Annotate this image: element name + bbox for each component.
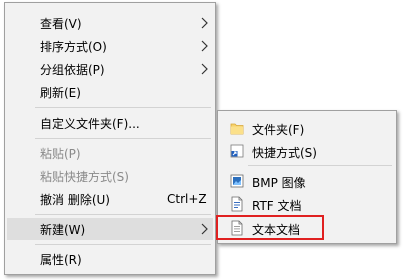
menu-item-group-by[interactable]: 分组依据(P) (7, 58, 213, 80)
chevron-right-icon (201, 40, 208, 52)
submenu-item-folder[interactable]: 文件夹(F) (220, 117, 394, 139)
menu-item-label: 排序方式(O) (40, 39, 107, 54)
menu-item-new[interactable]: 新建(W) (7, 218, 213, 240)
menu-item-label: 属性(R) (40, 252, 82, 267)
submenu-item-bmp-image[interactable]: BMP 图像 (220, 170, 394, 192)
menu-item-label: 粘贴(P) (40, 146, 81, 161)
submenu-item-text-document[interactable]: 文本文档 (220, 217, 394, 239)
menu-item-label: 查看(V) (40, 16, 82, 31)
chevron-right-icon (201, 223, 208, 235)
chevron-right-icon (201, 63, 208, 75)
menu-item-label: 分组依据(P) (40, 62, 105, 77)
shortcut-icon (230, 144, 244, 158)
submenu-item-shortcut[interactable]: 快捷方式(S) (220, 140, 394, 162)
menu-separator (35, 214, 211, 215)
menu-item-label: 撤消 删除(U) (40, 192, 110, 207)
menu-item-paste[interactable]: 粘贴(P) (7, 142, 213, 164)
context-menu: 查看(V) 排序方式(O) 分组依据(P) 刷新(E) 自定义文件夹(F)...… (4, 2, 216, 275)
menu-item-refresh[interactable]: 刷新(E) (7, 81, 213, 103)
menu-separator (35, 107, 211, 108)
rtf-document-icon (231, 196, 243, 212)
folder-icon (230, 123, 244, 135)
submenu-item-label: 文件夹(F) (252, 123, 305, 137)
new-submenu: 文件夹(F) 快捷方式(S) BMP 图像 RTF 文档 文本文档 (217, 110, 397, 244)
menu-item-label: 粘贴快捷方式(S) (40, 169, 129, 184)
submenu-item-label: 快捷方式(S) (252, 146, 317, 160)
bmp-image-icon (230, 174, 244, 188)
menu-item-shortcut: Ctrl+Z (167, 192, 207, 206)
menu-item-label: 自定义文件夹(F)... (40, 116, 140, 131)
menu-item-label: 新建(W) (40, 222, 86, 237)
submenu-item-label: RTF 文档 (252, 199, 302, 213)
menu-separator (248, 165, 392, 166)
menu-item-undo-delete[interactable]: 撤消 删除(U) Ctrl+Z (7, 188, 213, 210)
menu-item-sort-by[interactable]: 排序方式(O) (7, 35, 213, 57)
menu-item-customize-folder[interactable]: 自定义文件夹(F)... (7, 112, 213, 134)
submenu-item-label: 文本文档 (252, 223, 301, 237)
menu-item-view[interactable]: 查看(V) (7, 12, 213, 34)
menu-item-paste-shortcut[interactable]: 粘贴快捷方式(S) (7, 165, 213, 187)
menu-separator (35, 138, 211, 139)
menu-item-label: 刷新(E) (40, 85, 81, 100)
menu-separator (35, 244, 211, 245)
submenu-item-label: BMP 图像 (252, 176, 306, 190)
text-document-icon (231, 220, 243, 236)
submenu-item-rtf-document[interactable]: RTF 文档 (220, 193, 394, 215)
menu-item-properties[interactable]: 属性(R) (7, 248, 213, 270)
chevron-right-icon (201, 17, 208, 29)
